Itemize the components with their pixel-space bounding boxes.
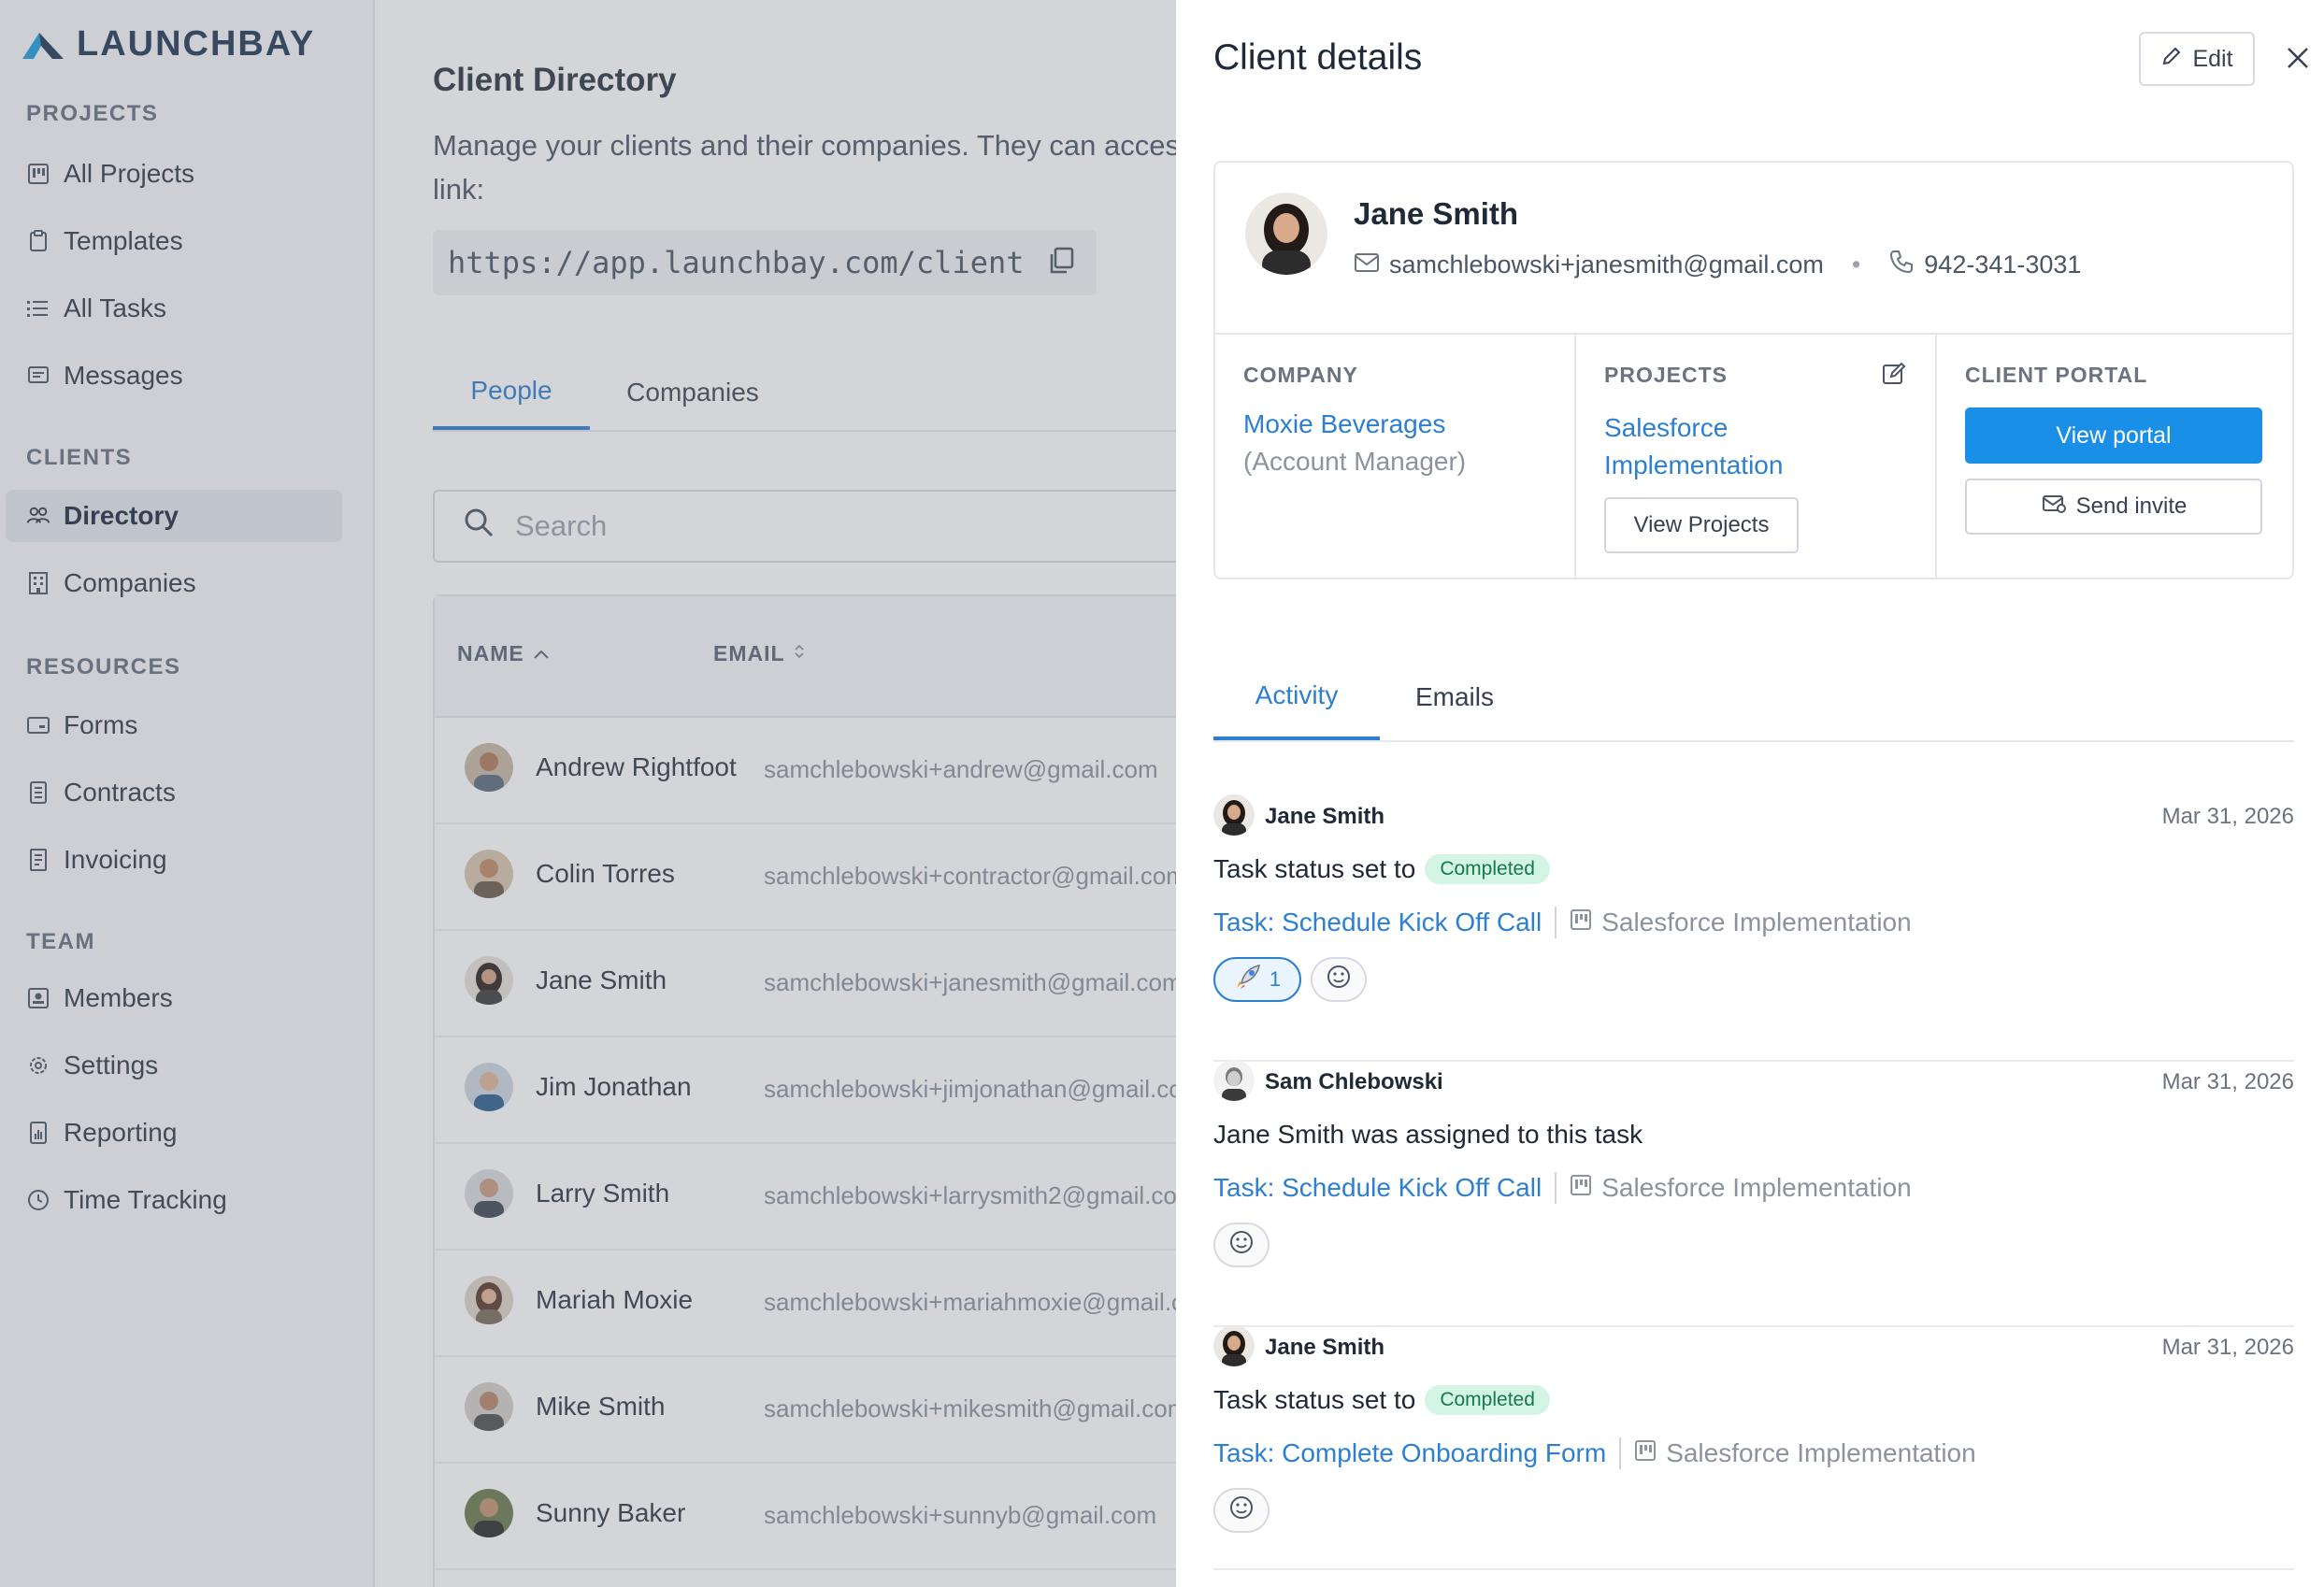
activity-text: Jane Smith was assigned to this task [1213,1120,1643,1150]
client-header: Jane Smith samchlebowski+janesmith@gmail… [1215,163,2292,335]
send-invite-label: Send invite [2075,493,2188,519]
activity-author: Jane Smith [1265,804,1385,829]
main-view: LAUNCHBAY PROJECTS All Projects Template… [0,0,1176,1587]
activity-item: Jane Smith Mar 31, 2026 Task status set … [1213,794,2294,1062]
rocket-reaction[interactable]: 1 [1213,957,1301,1002]
tab-activity[interactable]: Activity [1213,654,1380,740]
smiley-icon [1326,964,1352,995]
company-link[interactable]: Moxie Beverages [1243,409,1445,439]
task-link[interactable]: Task: Complete Onboarding Form [1213,1438,1606,1468]
client-name: Jane Smith [1354,196,1519,231]
reactions [1213,1222,1270,1267]
status-badge: Completed [1425,1385,1550,1415]
edit-button[interactable]: Edit [2139,32,2255,86]
divider [1555,907,1557,938]
project-link[interactable]: Salesforce Implementation [1570,1173,1912,1203]
divider [1555,1172,1557,1204]
activity-author: Jane Smith [1265,1335,1385,1360]
add-reaction-button[interactable] [1213,1222,1270,1267]
client-avatar [1245,193,1327,275]
activity-author: Sam Chlebowski [1265,1069,1443,1094]
activity-message: Task status set to [1213,854,1416,883]
activity-message: Task status set to [1213,1385,1416,1414]
project-name: Salesforce Implementation [1601,1173,1912,1202]
send-invite-button[interactable]: Send invite [1965,479,2262,535]
panel-title: Client details [1213,37,1423,78]
activity-text: Task status set to Completed [1213,1385,1550,1415]
avatar [1213,1060,1255,1101]
project-name-line2: Implementation [1604,450,1784,479]
task-link[interactable]: Task: Schedule Kick Off Call [1213,1173,1542,1203]
projects-header: PROJECTS [1604,363,1728,387]
project-link[interactable]: Salesforce Implementation [1604,409,1783,484]
pencil-icon [2160,45,2183,74]
client-card: Jane Smith samchlebowski+janesmith@gmail… [1213,161,2294,579]
reactions [1213,1488,1270,1533]
modal-backdrop[interactable] [0,0,1176,1587]
activity-date: Mar 31, 2026 [2161,1335,2294,1360]
send-mail-icon [2041,493,2067,521]
task-link[interactable]: Task: Schedule Kick Off Call [1213,908,1542,937]
smiley-icon [1228,1229,1255,1261]
close-button[interactable] [2279,41,2317,79]
view-projects-button[interactable]: View Projects [1604,497,1799,553]
client-phone[interactable]: 942-341-3031 [1924,250,2081,279]
project-name: Salesforce Implementation [1666,1438,1976,1467]
panel-tabs: Activity Emails [1213,654,2294,742]
activity-links: Task: Schedule Kick Off Call Salesforce … [1213,1172,1912,1204]
activity-item: Sam Chlebowski Mar 31, 2026 Jane Smith w… [1213,1060,2294,1327]
activity-item: Jane Smith Mar 31, 2026 Task status set … [1213,1325,2294,1570]
kanban-icon [1634,1438,1657,1468]
close-icon [2285,45,2311,76]
activity-links: Task: Schedule Kick Off Call Salesforce … [1213,907,1912,938]
kanban-icon [1570,908,1592,937]
separator-dot: • [1851,250,1861,279]
activity-text: Task status set to Completed [1213,854,1550,884]
projects-column: PROJECTS Salesforce Implementation View … [1576,333,1937,579]
company-role: (Account Manager) [1243,447,1467,476]
status-badge: Completed [1425,854,1550,884]
rocket-icon [1234,963,1262,996]
avatar [1213,1325,1255,1366]
avatar [1213,794,1255,836]
edit-projects-icon[interactable] [1881,361,1907,392]
smiley-icon [1228,1494,1255,1526]
view-portal-button[interactable]: View portal [1965,407,2262,464]
add-reaction-button[interactable] [1311,957,1367,1002]
activity-date: Mar 31, 2026 [2161,804,2294,829]
activity-links: Task: Complete Onboarding Form Salesforc… [1213,1437,1976,1469]
project-name: Salesforce Implementation [1601,908,1912,936]
client-portal-column: CLIENT PORTAL View portal Send invite [1937,333,2292,579]
edit-label: Edit [2192,45,2233,72]
client-email[interactable]: samchlebowski+janesmith@gmail.com [1389,250,1824,279]
kanban-icon [1570,1173,1592,1203]
client-details-panel: Client details Edit Jane Smith samchlebo… [1176,0,2324,1587]
tab-emails[interactable]: Emails [1380,654,1529,740]
company-column: COMPANY Moxie Beverages (Account Manager… [1215,333,1576,579]
add-reaction-button[interactable] [1213,1488,1270,1533]
divider [1619,1437,1622,1469]
activity-message: Jane Smith was assigned to this task [1213,1120,1643,1149]
company-header: COMPANY [1243,363,1358,387]
client-portal-header: CLIENT PORTAL [1965,363,2148,387]
reaction-count: 1 [1269,967,1282,991]
phone-icon [1888,249,1915,281]
mail-icon [1354,250,1380,279]
activity-date: Mar 31, 2026 [2161,1069,2294,1094]
reactions: 1 [1213,957,1367,1002]
client-contact: samchlebowski+janesmith@gmail.com • 942-… [1354,249,2081,281]
project-link[interactable]: Salesforce Implementation [1570,908,1912,937]
project-link[interactable]: Salesforce Implementation [1634,1438,1976,1468]
project-name-line1: Salesforce [1604,413,1729,442]
